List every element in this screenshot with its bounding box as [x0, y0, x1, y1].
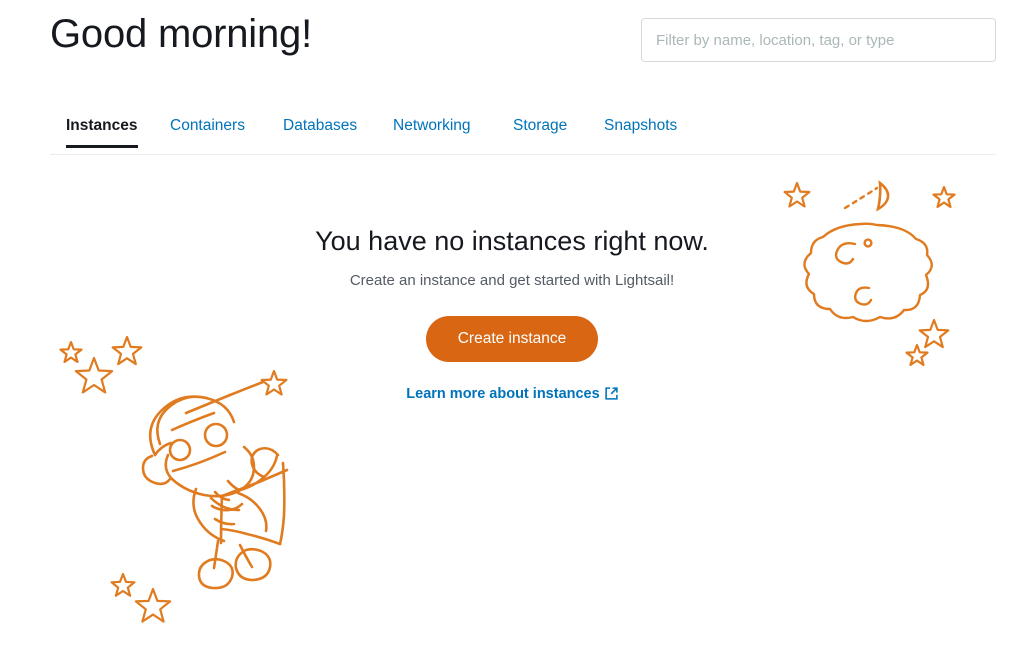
star-icon: [134, 587, 172, 623]
star-icon: [110, 572, 136, 597]
search-input[interactable]: [641, 18, 996, 62]
tab-bar: Instances Containers Databases Networkin…: [0, 118, 1024, 156]
page-header: Good morning!: [0, 0, 1024, 110]
external-link-icon: [605, 387, 618, 404]
empty-state-subtitle: Create an instance and get started with …: [349, 271, 675, 289]
empty-state-title: You have no instances right now.: [315, 226, 709, 256]
learn-more-label: Learn more about instances: [406, 385, 600, 402]
create-instance-button[interactable]: Create instance: [425, 315, 599, 362]
astronaut-robot-icon: [141, 380, 289, 590]
tab-snapshots[interactable]: Snapshots: [604, 118, 677, 145]
comet-icon: [843, 180, 890, 212]
empty-state-panel: You have no instances right now. Create …: [0, 225, 1024, 404]
learn-more-row: Learn more about instances: [0, 386, 1024, 404]
tab-storage[interactable]: Storage: [513, 118, 567, 145]
tab-containers[interactable]: Containers: [170, 118, 245, 145]
page-title: Good morning!: [50, 12, 312, 56]
star-icon: [783, 181, 811, 208]
tab-networking[interactable]: Networking: [393, 118, 471, 145]
tab-databases[interactable]: Databases: [283, 118, 357, 145]
learn-more-link[interactable]: Learn more about instances: [406, 385, 618, 404]
tab-instances[interactable]: Instances: [66, 118, 138, 148]
tab-bar-divider: [50, 154, 996, 155]
star-icon: [932, 185, 956, 208]
